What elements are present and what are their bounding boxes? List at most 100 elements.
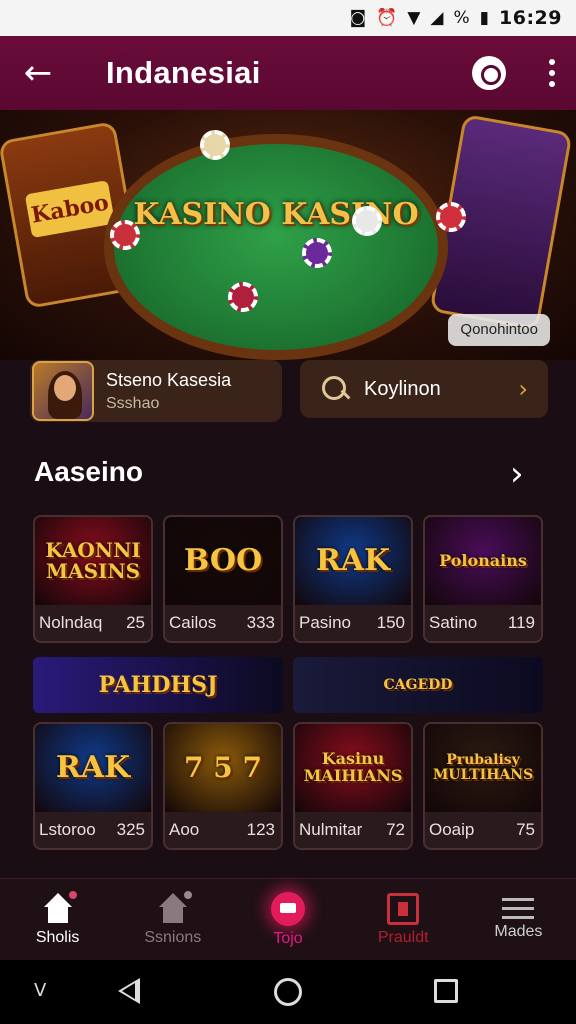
featured-subtitle: Ssshao: [106, 394, 160, 412]
game-art-title: KAONNI MASINS: [45, 538, 141, 583]
nav-item-home[interactable]: Sholis: [0, 879, 115, 960]
wifi-icon: ▼: [407, 7, 421, 28]
alarm-icon: ⏰: [376, 7, 398, 28]
game-art-title: Prubalisy MULTIHANS: [432, 752, 534, 783]
nav-item-menu[interactable]: Mades: [461, 879, 576, 960]
system-navigation-bar: V: [0, 960, 576, 1024]
clock: 16:29: [499, 7, 562, 29]
document-icon: [387, 892, 420, 925]
featured-thumbnail: [32, 361, 94, 421]
game-count: 333: [246, 613, 275, 632]
chip-icon: [110, 220, 140, 250]
house-icon: [156, 888, 194, 925]
game-caption: Nolndaq 25: [39, 613, 145, 633]
game-count: 75: [516, 820, 535, 839]
game-artwork: KAONNI MASINS: [35, 517, 151, 605]
game-art-title: 7 5 7: [184, 751, 262, 785]
game-caption: Pasino 150: [299, 613, 405, 633]
featured-title: Stseno Kasesia: [106, 369, 232, 390]
game-count: 150: [376, 613, 405, 632]
game-name: Nulmitar: [299, 820, 363, 839]
game-count: 119: [507, 613, 535, 632]
game-tile[interactable]: KAONNI MASINS Nolndaq 25: [33, 515, 153, 643]
featured-card[interactable]: Stseno Kasesia Ssshao: [30, 360, 282, 422]
section-title: Aaseino: [34, 456, 143, 487]
game-caption: Satino 119: [429, 613, 535, 633]
promo-banner-text: PAHDHSJ: [98, 672, 218, 698]
game-art-title: Kasinu MAIHIANS: [303, 749, 403, 785]
game-name: Cailos: [169, 613, 217, 632]
keyboard-switch-icon[interactable]: V: [34, 980, 46, 1001]
back-arrow-icon[interactable]: ←: [18, 53, 58, 93]
game-caption: Cailos 333: [169, 613, 275, 633]
game-artwork: Polonains: [425, 517, 541, 605]
chevron-right-icon: ›: [518, 375, 528, 403]
game-artwork: Prubalisy MULTIHANS: [425, 724, 541, 812]
game-art-title: BOO: [183, 543, 263, 579]
chip-icon: [228, 282, 258, 312]
promo-banner[interactable]: CAGEDD: [293, 657, 543, 713]
nav-label: Prauldt: [377, 928, 429, 946]
casino-table: KASINO KASINO: [104, 134, 448, 360]
game-count: 72: [386, 820, 405, 839]
battery-percent: %: [453, 7, 470, 28]
game-tile[interactable]: 7 5 7 Aoo 123: [163, 722, 283, 850]
game-artwork: Kasinu MAIHIANS: [295, 724, 411, 812]
back-icon[interactable]: [118, 978, 140, 1004]
game-tile[interactable]: BOO Cailos 333: [163, 515, 283, 643]
chat-icon[interactable]: [472, 56, 506, 90]
battery-icon: ▮: [479, 7, 490, 28]
game-caption: Aoo 123: [169, 820, 275, 840]
recents-icon[interactable]: [434, 979, 458, 1003]
nav-label: Tojo: [273, 929, 303, 947]
game-art-title: RAK: [55, 750, 131, 786]
slot-reel-text: Kaboo: [24, 180, 116, 239]
game-tile[interactable]: Prubalisy MULTIHANS Ooaip 75: [423, 722, 543, 850]
game-name: Pasino: [299, 613, 351, 632]
page-title: Indanesiai: [106, 55, 261, 90]
nav-label: Ssnions: [144, 928, 202, 946]
game-caption: Ooaip 75: [429, 820, 535, 840]
location-pin-icon: [271, 891, 305, 926]
search-label: Koylinon: [364, 377, 441, 400]
home-icon: [41, 888, 79, 925]
nfc-icon: ◙: [349, 7, 367, 28]
chip-icon: [302, 238, 332, 268]
nav-item-sessions[interactable]: Ssnions: [115, 879, 230, 960]
status-bar: ◙ ⏰ ▼ ◢ % ▮ 16:29: [0, 0, 576, 36]
game-tile[interactable]: RAK Lstoroo 325: [33, 722, 153, 850]
game-tile[interactable]: RAK Pasino 150: [293, 515, 413, 643]
game-count: 123: [246, 820, 275, 839]
game-name: Nolndaq: [39, 613, 103, 632]
nav-item-active[interactable]: Tojo: [230, 879, 345, 960]
hero-banner[interactable]: Kaboo KASINO KASINO Qonohintoo: [0, 110, 576, 360]
hero-label-pill[interactable]: Qonohintoo: [448, 314, 550, 346]
game-name: Aoo: [169, 820, 200, 839]
game-name: Ooaip: [429, 820, 475, 839]
notification-badge: [181, 888, 194, 901]
bottom-navigation: Sholis Ssnions Tojo Prauldt Mades: [0, 878, 576, 960]
game-tile[interactable]: Kasinu MAIHIANS Nulmitar 72: [293, 722, 413, 850]
game-artwork: RAK: [35, 724, 151, 812]
nav-label: Sholis: [35, 928, 80, 946]
notification-badge: [66, 888, 79, 901]
game-artwork: BOO: [165, 517, 281, 605]
more-options-icon[interactable]: [546, 59, 558, 87]
nav-item-product[interactable]: Prauldt: [346, 879, 461, 960]
game-art-title: RAK: [315, 543, 391, 579]
search-button[interactable]: Koylinon ›: [300, 360, 548, 418]
signal-icon: ◢: [430, 7, 444, 28]
nav-label: Mades: [494, 923, 543, 940]
home-button-icon[interactable]: [274, 978, 302, 1006]
game-count: 325: [116, 820, 145, 839]
menu-icon: [502, 898, 535, 919]
hero-title: KASINO KASINO: [133, 197, 419, 232]
chip-icon: [436, 202, 466, 232]
game-name: Satino: [429, 613, 478, 632]
app-bar: ← Indanesiai: [0, 36, 576, 110]
section-more-chevron-icon[interactable]: ›: [510, 454, 524, 494]
game-tile[interactable]: Polonains Satino 119: [423, 515, 543, 643]
promo-banner[interactable]: PAHDHSJ: [33, 657, 283, 713]
game-caption: Lstoroo 325: [39, 820, 145, 840]
search-icon: [320, 374, 350, 404]
